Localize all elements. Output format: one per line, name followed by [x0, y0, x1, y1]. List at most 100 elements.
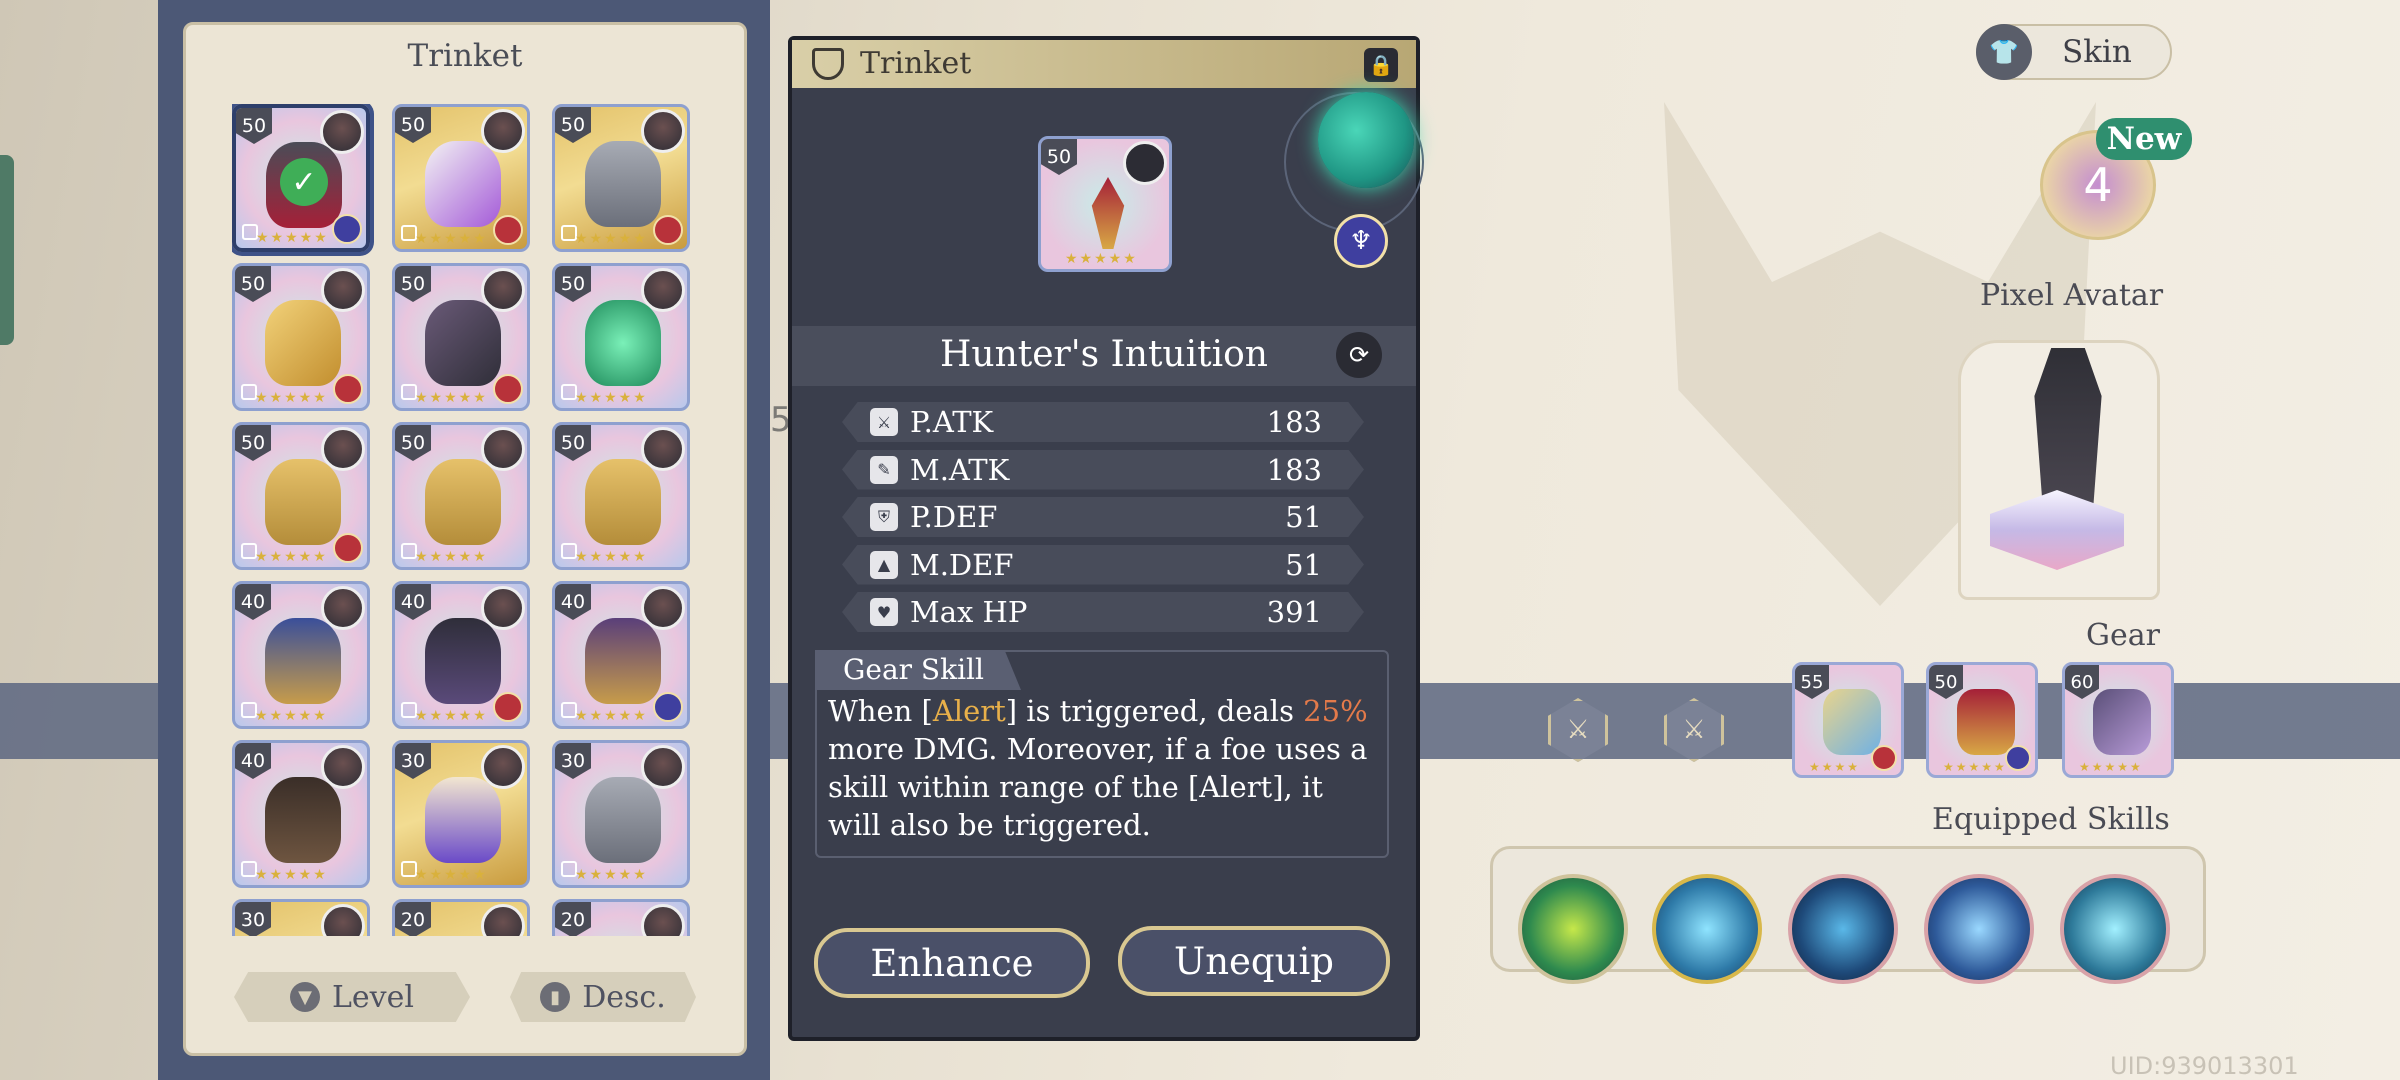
trinket-grid: 50 ★★★★★ ✓ 50 ★★★★★ 50 ★★★★★ 50 ★★★★★ 50 ★★★★★ 50 ★★… — [232, 104, 706, 936]
unequip-button[interactable]: Unequip — [1118, 926, 1390, 996]
trinket-card[interactable]: 20★★★★★ — [392, 899, 530, 936]
wolf-spirit-skill-icon[interactable] — [1788, 874, 1898, 984]
level-badge: 20 — [555, 902, 591, 936]
star-rating: ★★★★★ — [1065, 251, 1138, 267]
soul-flame-skill-icon[interactable] — [2060, 874, 2170, 984]
stat-value: 391 — [1266, 595, 1322, 629]
potion-bottle-icon — [425, 141, 501, 227]
trinket-card[interactable]: 30★★★★★ — [392, 740, 530, 888]
trinket-card[interactable]: 40 ★★★★★ — [232, 740, 370, 888]
star-rating: ★★★★★ — [575, 390, 648, 406]
sort-order-button[interactable]: ▮ Desc. — [510, 972, 696, 1022]
equipped-weapon-card[interactable]: 55 ★★★★ — [1792, 662, 1904, 778]
class-icon — [653, 215, 683, 245]
pixel-avatar-label: Pixel Avatar — [1980, 278, 2164, 313]
level-badge: 50 — [1929, 665, 1963, 699]
class-icon — [2005, 745, 2031, 771]
gear-name: Hunter's Intuition — [940, 334, 1268, 375]
alert-keyword: Alert — [932, 694, 1006, 728]
owner-avatar — [641, 904, 685, 936]
trinket-card[interactable]: 50 ★★★★★ — [552, 104, 690, 252]
trinket-card[interactable]: 50 ★★★★★ — [392, 263, 530, 411]
level-badge: 50 — [395, 266, 431, 302]
trinket-card[interactable]: 30★★★★★ — [232, 899, 370, 936]
stat-name: P.DEF — [910, 500, 998, 534]
equipped-armor-card[interactable]: 60 ★★★★★ — [2062, 662, 2174, 778]
owner-avatar — [1123, 141, 1167, 185]
hand-claw-skill-icon[interactable] — [1924, 874, 2034, 984]
wind-slash-skill-icon[interactable] — [1518, 874, 1628, 984]
class-icon — [653, 692, 683, 722]
level-badge: 40 — [235, 743, 271, 779]
level-badge: 50 — [395, 107, 431, 143]
clam-pearl-icon — [425, 459, 501, 545]
star-rating: ★★★★★ — [415, 390, 488, 406]
skin-button[interactable]: 👕 Skin — [1976, 24, 2172, 80]
trinket-card[interactable]: 50 ★★★★★ — [392, 422, 530, 570]
trinket-card[interactable]: 50 ★★★★★ — [552, 422, 690, 570]
star-rating: ★★★★★ — [575, 708, 648, 724]
trinket-card[interactable]: 50 ★★★★★ ✓ — [232, 104, 370, 252]
sort-order-label: Desc. — [582, 979, 666, 1015]
stat-name: M.DEF — [910, 547, 1014, 582]
level-badge: 20 — [395, 902, 431, 936]
trinket-card[interactable]: 20★★★★★ — [552, 899, 690, 936]
level-badge: 50 — [395, 425, 431, 461]
lock-icon[interactable]: 🔒 — [1364, 48, 1398, 82]
star-rating: ★★★★★ — [1943, 760, 2007, 774]
trinket-card[interactable]: 40 ★★★★★ — [392, 581, 530, 729]
trinket-card[interactable]: 50 ★★★★★ — [552, 263, 690, 411]
level-badge: 40 — [555, 584, 591, 620]
level-badge: 30 — [235, 902, 271, 936]
owner-avatar — [481, 904, 525, 936]
green-orb-icon — [585, 300, 661, 386]
spear-icon — [1823, 689, 1881, 755]
enhance-button[interactable]: Enhance — [814, 928, 1090, 998]
gear-label: Gear — [2086, 618, 2160, 653]
helm-icon — [2093, 689, 2151, 755]
equipped-trinket-card[interactable]: 50 ★★★★★ — [1926, 662, 2038, 778]
shield-icon — [812, 48, 844, 80]
stat-name: Max HP — [910, 595, 1028, 629]
trinket-card[interactable]: 50 ★★★★★ — [232, 422, 370, 570]
detail-header-title: Trinket — [860, 46, 972, 81]
class-icon — [1871, 745, 1897, 771]
clam-pearl-icon — [265, 459, 341, 545]
class-icon — [493, 215, 523, 245]
star-rating: ★★★★★ — [255, 549, 328, 565]
side-tab[interactable] — [0, 155, 14, 345]
trinket-card[interactable]: 30★★★★★ — [552, 740, 690, 888]
armor-icon — [585, 141, 661, 227]
star-rating: ★★★★★ — [575, 231, 648, 247]
class-icon — [333, 533, 363, 563]
stat-row: ⛨ P.DEF 51 — [842, 497, 1364, 537]
trinket-card[interactable]: 50 ★★★★★ — [232, 263, 370, 411]
trinket-card[interactable]: 40 ★★★★★ — [552, 581, 690, 729]
trinket-card[interactable]: 40 ★★★★★ — [232, 581, 370, 729]
star-rating: ★★★★★ — [415, 549, 488, 565]
level-badge: 50 — [236, 108, 272, 144]
star-rating: ★★★★★ — [256, 230, 329, 246]
star-rating: ★★★★★ — [2079, 760, 2143, 774]
stat-value: 51 — [1285, 500, 1322, 534]
sort-level-button[interactable]: ▼ Level — [234, 972, 470, 1022]
class-icon — [493, 374, 523, 404]
selected-trinket-card: 50 ★★★★★ — [1038, 136, 1172, 272]
trinket-card[interactable]: 50 ★★★★★ — [392, 104, 530, 252]
stat-name: M.ATK — [910, 452, 1010, 487]
blue-flame-skill-icon[interactable] — [1652, 874, 1762, 984]
class-icon — [333, 374, 363, 404]
shirt-icon: 👕 — [1976, 24, 2032, 80]
stat-value: 183 — [1266, 405, 1322, 439]
level-badge: 50 — [555, 425, 591, 461]
level-badge: 40 — [235, 584, 271, 620]
golden-cross-icon — [265, 300, 341, 386]
mask-icon — [425, 777, 501, 863]
level-badge: 40 — [395, 584, 431, 620]
class-icon — [332, 214, 362, 244]
stat-name: P.ATK — [910, 405, 994, 439]
owner-avatar — [321, 904, 365, 936]
candelabra-icon — [1091, 177, 1125, 249]
user-id: UID:939013301 — [2110, 1052, 2299, 1080]
swap-icon[interactable]: ⟳ — [1336, 332, 1382, 378]
